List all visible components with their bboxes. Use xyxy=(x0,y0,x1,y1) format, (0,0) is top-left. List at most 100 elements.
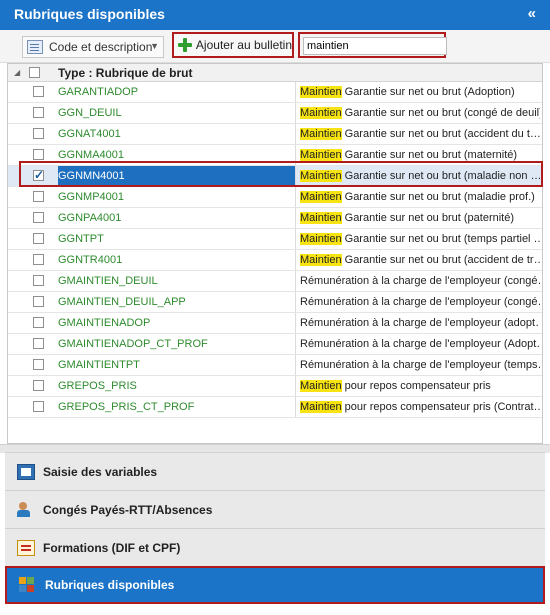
rubrique-description: Maintien Garantie sur net ou brut (accid… xyxy=(300,124,540,144)
nav-label: Formations (DIF et CPF) xyxy=(43,540,181,555)
rubrique-description: Rémunération à la charge de l'employeur … xyxy=(300,334,540,354)
description-text: Garantie sur net ou brut (maladie prof.) xyxy=(341,191,535,203)
search-highlight: Maintien xyxy=(300,212,342,224)
row-checkbox[interactable] xyxy=(33,149,44,160)
rubrique-description: Maintien Garantie sur net ou brut (congé… xyxy=(300,103,540,123)
search-box xyxy=(298,32,447,58)
panel-title: Rubriques disponibles xyxy=(14,6,165,22)
row-checkbox[interactable] xyxy=(33,168,44,182)
description-text: Garantie sur net ou brut (congé de deuil… xyxy=(341,107,540,119)
group-header-title: Type : Rubrique de brut xyxy=(58,66,193,80)
description-text: Rémunération à la charge de l'employeur … xyxy=(300,317,540,329)
nav-item-rubriques[interactable]: Rubriques disponibles xyxy=(5,566,545,604)
row-checkbox[interactable] xyxy=(33,317,44,328)
table-row[interactable]: GMAINTIENTPT Rémunération à la charge de … xyxy=(8,355,542,376)
certificate-icon xyxy=(17,539,35,556)
rubrique-description: Maintien pour repos compensateur pris xyxy=(300,376,540,396)
toolbar: Code et description ▼ Ajouter au bulleti… xyxy=(0,30,550,63)
add-to-bulletin-button[interactable]: Ajouter au bulletin xyxy=(172,32,294,58)
panel-header: Rubriques disponibles « xyxy=(0,0,550,30)
search-highlight: Maintien xyxy=(300,107,342,119)
rubrique-description: Maintien Garantie sur net ou brut (Adopt… xyxy=(300,82,540,102)
nav-item-saisie-variables[interactable]: Saisie des variables xyxy=(5,452,545,490)
table-row[interactable]: GGNPA4001 Maintien Garantie sur net ou br… xyxy=(8,208,542,229)
rubrique-code: GMAINTIENTPT xyxy=(58,355,296,375)
description-text: Rémunération à la charge de l'employeur … xyxy=(300,338,540,350)
row-checkbox[interactable] xyxy=(33,401,44,412)
rubrique-code: GMAINTIEN_DEUIL_APP xyxy=(58,292,296,312)
row-checkbox[interactable] xyxy=(33,380,44,391)
rubrique-description: Maintien Garantie sur net ou brut (temps… xyxy=(300,229,540,249)
description-text: pour repos compensateur pris xyxy=(341,380,491,392)
rubrique-description: Maintien Garantie sur net ou brut (mater… xyxy=(300,145,540,165)
rubrique-code: GGNMA4001 xyxy=(58,145,296,165)
row-checkbox[interactable] xyxy=(33,212,44,223)
row-checkbox[interactable] xyxy=(33,275,44,286)
grid-icon xyxy=(19,577,37,593)
row-checkbox[interactable] xyxy=(33,107,44,118)
list-view-icon xyxy=(27,40,43,54)
table-row[interactable]: GGNTR4001 Maintien Garantie sur net ou br… xyxy=(8,250,542,271)
table-row[interactable]: GMAINTIEN_DEUIL Rémunération à la charge … xyxy=(8,271,542,292)
rubrique-description: Rémunération à la charge de l'employeur … xyxy=(300,355,540,375)
table-row[interactable]: GREPOS_PRIS_CT_PROF Maintien pour repos c… xyxy=(8,397,542,418)
table-row[interactable]: GMAINTIENADOP Rémunération à la charge de… xyxy=(8,313,542,334)
nav-label: Rubriques disponibles xyxy=(45,578,175,592)
table-row[interactable]: GGNTPT Maintien Garantie sur net ou brut … xyxy=(8,229,542,250)
search-input[interactable] xyxy=(303,37,447,55)
table-row[interactable]: GARANTIADOP Maintien Garantie sur net ou … xyxy=(8,82,542,103)
rubrique-code: GGNTPT xyxy=(58,229,296,249)
person-icon xyxy=(17,501,35,518)
rubrique-description: Maintien Garantie sur net ou brut (accid… xyxy=(300,250,540,270)
row-checkbox[interactable] xyxy=(33,359,44,370)
add-to-bulletin-label: Ajouter au bulletin xyxy=(195,38,292,52)
row-checkbox[interactable] xyxy=(33,254,44,265)
description-text: Garantie sur net ou brut (paternité) xyxy=(341,212,515,224)
table-row[interactable]: GGN_DEUIL Maintien Garantie sur net ou br… xyxy=(8,103,542,124)
plus-icon xyxy=(178,38,192,52)
rubrique-code: GMAINTIEN_DEUIL xyxy=(58,271,296,291)
row-checkbox[interactable] xyxy=(33,128,44,139)
view-mode-label: Code et description xyxy=(49,40,153,54)
rubrique-code: GGN_DEUIL xyxy=(58,103,296,123)
rubrique-code: GGNPA4001 xyxy=(58,208,296,228)
rubrique-code: GGNAT4001 xyxy=(58,124,296,144)
collapse-icon[interactable]: « xyxy=(528,5,536,22)
description-text: Garantie sur net ou brut (maternité) xyxy=(341,149,518,161)
rubrique-code: GGNMP4001 xyxy=(58,187,296,207)
rubriques-grid: ◢ Type : Rubrique de brut GARANTIADOP Mai… xyxy=(7,63,543,444)
table-row[interactable]: GMAINTIENADOP_CT_PROF Rémunération à la c… xyxy=(8,334,542,355)
variables-icon xyxy=(17,463,35,480)
description-text: Rémunération à la charge de l'employeur … xyxy=(300,275,540,287)
search-highlight: Maintien xyxy=(300,128,342,140)
row-checkbox[interactable] xyxy=(33,338,44,349)
rubrique-description: Maintien pour repos compensateur pris (C… xyxy=(300,397,540,417)
collapse-group-icon[interactable]: ◢ xyxy=(14,68,20,77)
table-row[interactable]: GGNMA4001 Maintien Garantie sur net ou br… xyxy=(8,145,542,166)
table-row[interactable]: GREPOS_PRIS Maintien pour repos compensat… xyxy=(8,376,542,397)
search-highlight: Maintien xyxy=(300,233,342,245)
row-checkbox[interactable] xyxy=(33,86,44,97)
nav-item-conges[interactable]: Congés Payés-RTT/Absences xyxy=(5,490,545,528)
table-row[interactable]: GGNMP4001 Maintien Garantie sur net ou br… xyxy=(8,187,542,208)
table-row[interactable]: GMAINTIEN_DEUIL_APP Rémunération à la cha… xyxy=(8,292,542,313)
search-highlight: Maintien xyxy=(300,401,342,413)
rubrique-code: GREPOS_PRIS_CT_PROF xyxy=(58,397,296,417)
chevron-down-icon: ▼ xyxy=(150,41,159,51)
view-mode-dropdown[interactable]: Code et description ▼ xyxy=(22,36,164,58)
description-text: Garantie sur net ou brut (maladie non … xyxy=(341,170,540,182)
row-checkbox[interactable] xyxy=(33,233,44,244)
rubrique-code: GARANTIADOP xyxy=(58,82,296,102)
search-highlight: Maintien xyxy=(300,191,342,203)
search-highlight: Maintien xyxy=(300,86,342,98)
row-checkbox[interactable] xyxy=(33,191,44,202)
table-row[interactable]: GGNMN4001Maintien Garantie sur net ou br… xyxy=(8,166,542,187)
rubrique-description: Rémunération à la charge de l'employeur … xyxy=(300,313,540,333)
row-checkbox[interactable] xyxy=(33,296,44,307)
rubrique-description: Rémunération à la charge de l'employeur … xyxy=(300,292,540,312)
nav-item-formations[interactable]: Formations (DIF et CPF) xyxy=(5,528,545,566)
select-all-checkbox[interactable] xyxy=(29,67,40,78)
description-text: Garantie sur net ou brut (Adoption) xyxy=(341,86,515,98)
rubrique-code: GMAINTIENADOP xyxy=(58,313,296,333)
table-row[interactable]: GGNAT4001 Maintien Garantie sur net ou br… xyxy=(8,124,542,145)
